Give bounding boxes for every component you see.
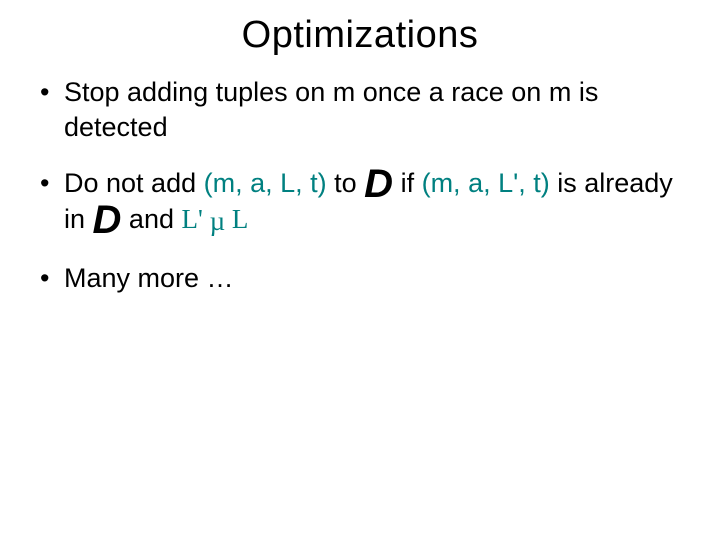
bullet-1: Stop adding tuples on m once a race on m… xyxy=(36,75,690,144)
b2-mid4: and xyxy=(121,204,181,234)
b2-tuple1: (m, a, L, t) xyxy=(204,168,327,198)
bullet-1-text: Stop adding tuples on m once a race on m… xyxy=(64,77,598,142)
bullet-list: Stop adding tuples on m once a race on m… xyxy=(36,75,690,295)
bullet-3-text: Many more … xyxy=(64,263,234,293)
b2-mid1: to xyxy=(327,168,365,198)
slide-title: Optimizations xyxy=(30,14,690,57)
b2-L: L xyxy=(225,204,248,234)
b2-D1: D xyxy=(364,166,393,202)
b2-lprime: L' xyxy=(181,204,209,234)
b2-pre: Do not add xyxy=(64,168,204,198)
b2-tuple2: (m, a, L', t) xyxy=(422,168,550,198)
b2-mid2: if xyxy=(393,168,422,198)
b2-D2: D xyxy=(93,202,122,238)
slide: Optimizations Stop adding tuples on m on… xyxy=(0,0,720,540)
bullet-3: Many more … xyxy=(36,261,690,296)
subset-icon: µ xyxy=(210,204,226,239)
bullet-2: Do not add (m, a, L, t) to D if (m, a, L… xyxy=(36,166,690,239)
